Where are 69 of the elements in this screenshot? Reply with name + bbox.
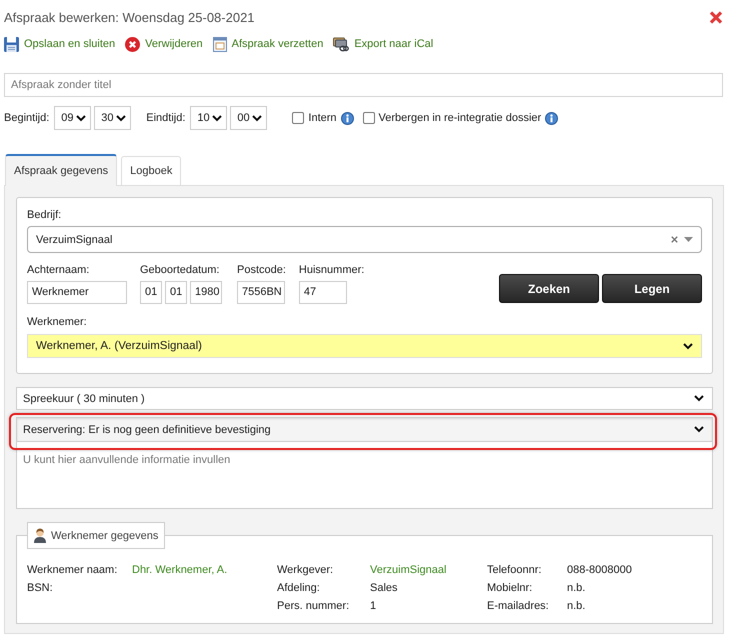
chevron-down-icon <box>683 342 693 350</box>
chevron-down-icon <box>694 395 704 402</box>
caret-down-icon <box>684 237 693 242</box>
chained-cards-icon <box>333 36 350 52</box>
chevron-down-icon <box>76 114 86 122</box>
calendar-icon <box>212 36 227 52</box>
field-label: Bedrijf: <box>27 208 62 222</box>
birthdate-field[interactable]: 01 <box>140 281 162 304</box>
time-label: Eindtijd: <box>146 112 186 124</box>
checkbox-label[interactable]: Intern <box>308 112 337 124</box>
tab[interactable]: Logboek <box>121 156 182 185</box>
save-link[interactable]: Opslaan en sluiten <box>4 36 116 52</box>
checkbox-label[interactable]: Verbergen in re-integratie dossier <box>378 112 542 124</box>
detail-link[interactable]: Dhr. Werknemer, A. <box>132 564 228 576</box>
field-label: Postcode: <box>237 263 286 277</box>
status-select[interactable]: Reservering: Er is nog geen definitieve bevestiging <box>16 417 713 442</box>
clear-button[interactable]: Legen <box>602 274 702 303</box>
detail-value: 1 <box>370 600 376 612</box>
person-icon <box>33 528 47 543</box>
chevron-down-icon <box>212 114 222 122</box>
hour-select[interactable]: 10 <box>190 106 228 130</box>
info-icon[interactable] <box>340 112 354 124</box>
surname-field[interactable]: Werknemer <box>27 281 127 304</box>
chevron-down-icon <box>116 114 126 122</box>
detail-label: Telefoonnr: <box>487 564 542 576</box>
detail-label: Werknemer naam: <box>27 564 118 576</box>
clear-icon[interactable] <box>671 236 678 243</box>
field-label: Geboortedatum: <box>140 263 220 277</box>
detail-value: Sales <box>370 582 398 594</box>
detail-label: Werkgever: <box>277 564 334 576</box>
checkbox[interactable] <box>292 112 304 124</box>
delete-icon <box>125 36 140 52</box>
house-number-field[interactable]: 47 <box>298 281 347 304</box>
field-label: Achternaam: <box>27 263 90 277</box>
title-field[interactable]: Afspraak zonder titel <box>4 73 723 97</box>
hour-select[interactable]: 09 <box>54 106 92 130</box>
minute-select[interactable]: 30 <box>94 106 132 130</box>
minute-select[interactable]: 00 <box>230 106 268 130</box>
search-button[interactable]: Zoeken <box>499 274 599 303</box>
company-select[interactable]: VerzuimSignaal <box>27 226 702 253</box>
detail-label: Pers. nummer: <box>277 600 350 612</box>
detail-label: E-mailadres: <box>487 600 550 612</box>
section-title: Werknemer gegevens <box>51 530 158 542</box>
detail-link[interactable]: VerzuimSignaal <box>370 564 446 576</box>
detail-label: Mobielnr: <box>487 582 534 594</box>
appointment-type-select[interactable]: Spreekuur ( 30 minuten ) <box>16 387 713 410</box>
field-label: Werknemer: <box>27 315 88 329</box>
detail-value: n.b. <box>567 582 586 594</box>
export-link[interactable]: Export naar iCal <box>333 36 434 52</box>
chevron-down-icon <box>694 426 704 433</box>
reschedule-link[interactable]: Afspraak verzetten <box>212 36 324 52</box>
detail-label: Afdeling: <box>277 582 321 594</box>
notes-field[interactable]: U kunt hier aanvullende informatie invullen <box>16 442 713 509</box>
chevron-down-icon <box>252 114 262 122</box>
birthdate-field[interactable]: 01 <box>165 281 187 304</box>
tab[interactable]: Afspraak gegevens <box>5 154 118 186</box>
delete-link[interactable]: Verwijderen <box>125 36 203 52</box>
field-label: Huisnummer: <box>298 263 364 277</box>
window-title: Afspraak bewerken: Woensdag 25-08-2021 <box>4 10 256 24</box>
time-label: Begintijd: <box>4 112 50 124</box>
detail-value: n.b. <box>567 600 586 612</box>
close-icon[interactable] <box>709 10 723 24</box>
info-icon[interactable] <box>545 112 558 124</box>
employee-select[interactable]: Werknemer, A. (VerzuimSignaal) <box>27 334 702 358</box>
checkbox[interactable] <box>362 112 375 124</box>
detail-label: BSN: <box>27 582 54 594</box>
detail-value: 088-8008000 <box>567 564 632 576</box>
postcode-field[interactable]: 7556BN <box>237 281 285 304</box>
birthdate-field[interactable]: 1980 <box>190 281 222 304</box>
